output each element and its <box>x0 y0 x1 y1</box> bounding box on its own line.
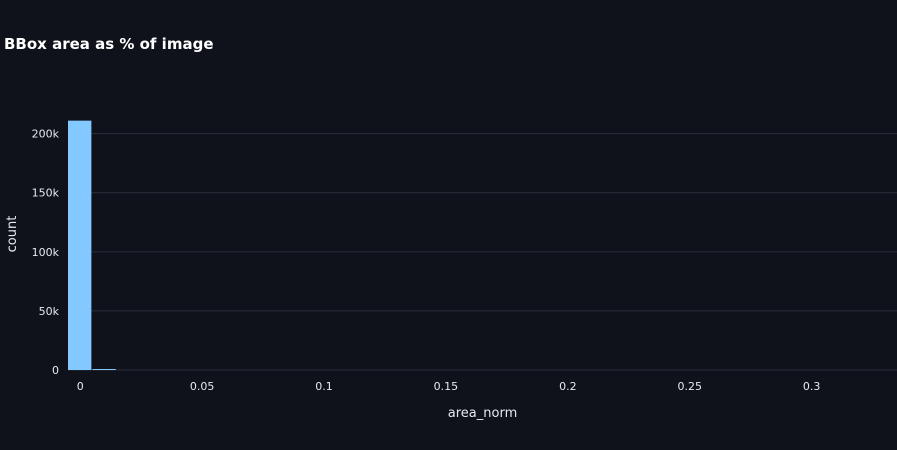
x-tick-label: 0.3 <box>803 380 821 393</box>
histogram-plot: 050k100k150k200k 0 0.05 0.1 0.15 0.2 0.25 0.3 … <box>5 120 897 421</box>
x-tick-label: 0.25 <box>678 380 703 393</box>
y-tick-label: 50k <box>39 305 60 318</box>
x-tick-label: 0.1 <box>315 380 333 393</box>
x-tick-label: 0 <box>77 380 84 393</box>
x-tick-label: 0.2 <box>559 380 577 393</box>
y-tick-label: 100k <box>32 246 60 259</box>
x-axis-title: area_norm <box>448 406 517 421</box>
y-axis-ticks: 0 50k 100k 150k 200k <box>32 128 60 377</box>
x-axis-ticks: 0 0.05 0.1 0.15 0.2 0.25 0.3 <box>77 380 821 393</box>
x-tick-label: 0.05 <box>190 380 215 393</box>
y-tick-label: 0 <box>52 364 59 377</box>
histogram-bar <box>68 120 92 371</box>
x-tick-label: 0.15 <box>434 380 459 393</box>
chart-container: BBox area as % of image 0 50k 100k 150k 200k… <box>0 0 897 450</box>
y-tick-label: 150k <box>32 187 60 200</box>
grid-lines <box>68 133 897 371</box>
histogram-bar <box>92 369 116 370</box>
y-axis-title: count <box>5 216 20 253</box>
histogram-bars <box>68 120 116 371</box>
y-tick-label: 200k <box>32 128 60 141</box>
